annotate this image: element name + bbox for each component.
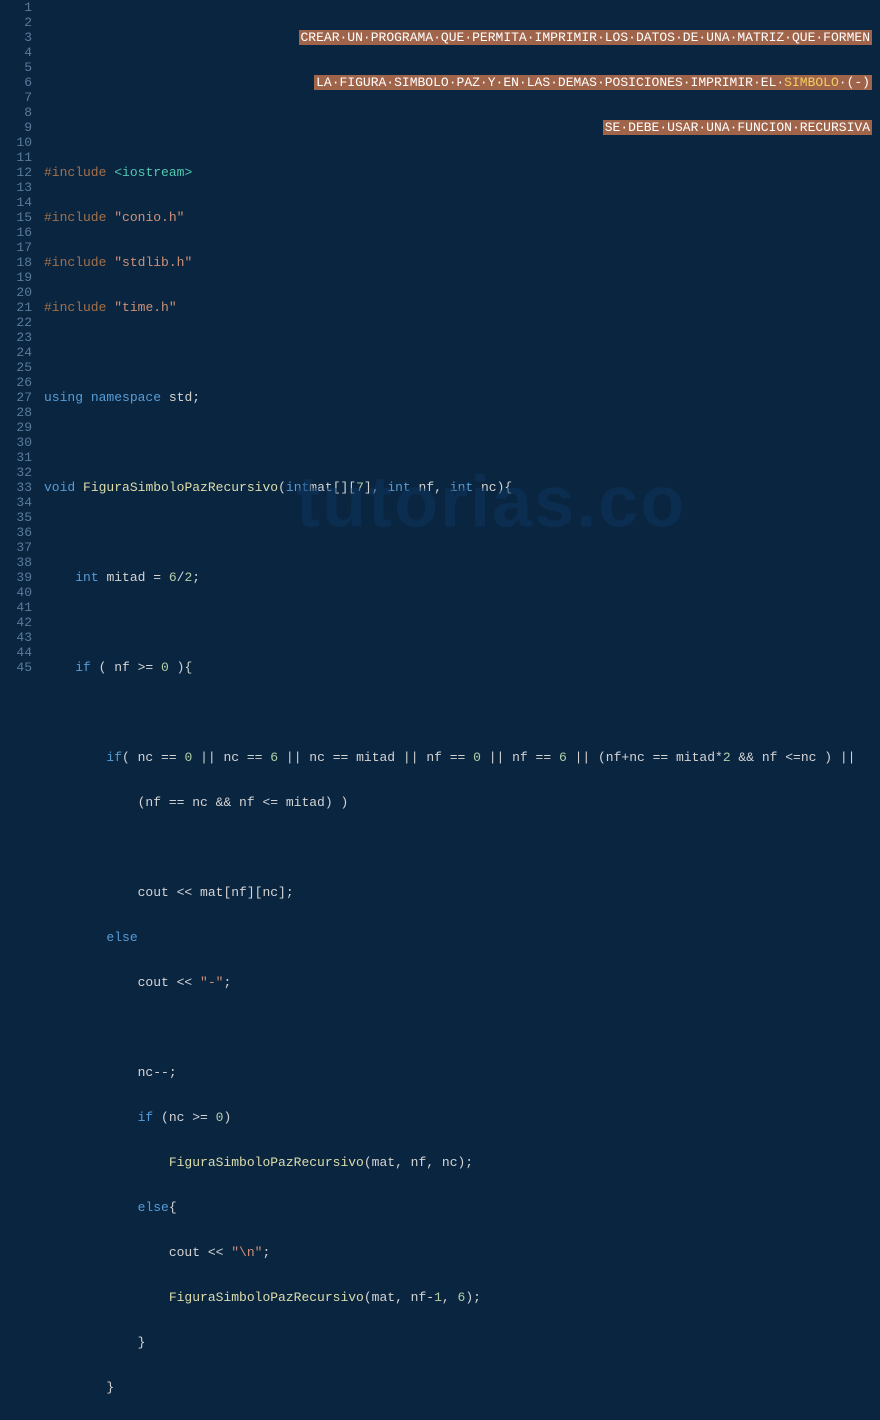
line-number-gutter: 1 2 3 4 5 6 7 8 9 10 11 12 13 14 15 16 1… — [0, 0, 40, 710]
line-number: 4 — [0, 45, 32, 60]
code-line: using namespace std; — [44, 390, 880, 405]
line-number: 1 — [0, 0, 32, 15]
code-line: cout << mat[nf][nc]; — [44, 885, 880, 900]
line-number: 39 — [0, 570, 32, 585]
comment-highlight: SE·DEBE·USAR·UNA·FUNCION·RECURSIVA — [603, 120, 872, 135]
line-number: 15 — [0, 210, 32, 225]
code-line: else — [44, 930, 880, 945]
code-line: void FiguraSimboloPazRecursivo(intmat[][… — [44, 480, 880, 495]
code-area[interactable]: CREAR·UN·PROGRAMA·QUE·PERMITA·IMPRIMIR·L… — [40, 0, 880, 710]
line-number: 16 — [0, 225, 32, 240]
code-line — [44, 345, 880, 360]
line-number: 31 — [0, 450, 32, 465]
code-line: FiguraSimboloPazRecursivo(mat, nf, nc); — [44, 1155, 880, 1170]
code-line — [44, 435, 880, 450]
line-number: 3 — [0, 30, 32, 45]
code-line: SE·DEBE·USAR·UNA·FUNCION·RECURSIVA — [44, 120, 880, 135]
comment-highlight: LA·FIGURA·SIMBOLO·PAZ·Y·EN·LAS·DEMAS·POS… — [314, 75, 872, 90]
code-line: #include "conio.h" — [44, 210, 880, 225]
code-line: int mitad = 6/2; — [44, 570, 880, 585]
line-number: 21 — [0, 300, 32, 315]
line-number: 2 — [0, 15, 32, 30]
code-line — [44, 615, 880, 630]
line-number: 41 — [0, 600, 32, 615]
code-line — [44, 525, 880, 540]
line-number: 33 — [0, 480, 32, 495]
line-number: 11 — [0, 150, 32, 165]
line-number: 10 — [0, 135, 32, 150]
line-number: 34 — [0, 495, 32, 510]
code-line: cout << "\n"; — [44, 1245, 880, 1260]
code-line — [44, 705, 880, 720]
line-number: 38 — [0, 555, 32, 570]
code-line: #include "stdlib.h" — [44, 255, 880, 270]
line-number: 19 — [0, 270, 32, 285]
code-line: cout << "-"; — [44, 975, 880, 990]
line-number: 9 — [0, 120, 32, 135]
line-number: 22 — [0, 315, 32, 330]
line-number: 40 — [0, 585, 32, 600]
line-number: 5 — [0, 60, 32, 75]
code-line: if( nc == 0 || nc == 6 || nc == mitad ||… — [44, 750, 880, 765]
code-line — [44, 1020, 880, 1035]
code-line: } — [44, 1335, 880, 1350]
line-number: 37 — [0, 540, 32, 555]
line-number: 20 — [0, 285, 32, 300]
line-number: 29 — [0, 420, 32, 435]
line-number: 32 — [0, 465, 32, 480]
comment-highlight: CREAR·UN·PROGRAMA·QUE·PERMITA·IMPRIMIR·L… — [299, 30, 873, 45]
line-number: 6 — [0, 75, 32, 90]
code-line: #include <iostream> — [44, 165, 880, 180]
line-number: 24 — [0, 345, 32, 360]
code-line: } — [44, 1380, 880, 1395]
line-number: 28 — [0, 405, 32, 420]
line-number: 14 — [0, 195, 32, 210]
code-line: CREAR·UN·PROGRAMA·QUE·PERMITA·IMPRIMIR·L… — [44, 30, 880, 45]
code-line: LA·FIGURA·SIMBOLO·PAZ·Y·EN·LAS·DEMAS·POS… — [44, 75, 880, 90]
line-number: 7 — [0, 90, 32, 105]
line-number: 18 — [0, 255, 32, 270]
code-line: (nf == nc && nf <= mitad) ) — [44, 795, 880, 810]
line-number: 17 — [0, 240, 32, 255]
line-number: 30 — [0, 435, 32, 450]
code-line: else{ — [44, 1200, 880, 1215]
code-line: #include "time.h" — [44, 300, 880, 315]
line-number: 35 — [0, 510, 32, 525]
line-number: 13 — [0, 180, 32, 195]
line-number: 26 — [0, 375, 32, 390]
line-number: 23 — [0, 330, 32, 345]
line-number: 8 — [0, 105, 32, 120]
line-number: 42 — [0, 615, 32, 630]
line-number: 43 — [0, 630, 32, 645]
line-number: 12 — [0, 165, 32, 180]
code-line: if ( nf >= 0 ){ — [44, 660, 880, 675]
code-line: if (nc >= 0) — [44, 1110, 880, 1125]
line-number: 25 — [0, 360, 32, 375]
code-line: FiguraSimboloPazRecursivo(mat, nf-1, 6); — [44, 1290, 880, 1305]
code-editor[interactable]: 1 2 3 4 5 6 7 8 9 10 11 12 13 14 15 16 1… — [0, 0, 880, 710]
line-number: 44 — [0, 645, 32, 660]
line-number: 27 — [0, 390, 32, 405]
line-number: 45 — [0, 660, 32, 675]
code-line — [44, 840, 880, 855]
line-number: 36 — [0, 525, 32, 540]
code-line: nc--; — [44, 1065, 880, 1080]
